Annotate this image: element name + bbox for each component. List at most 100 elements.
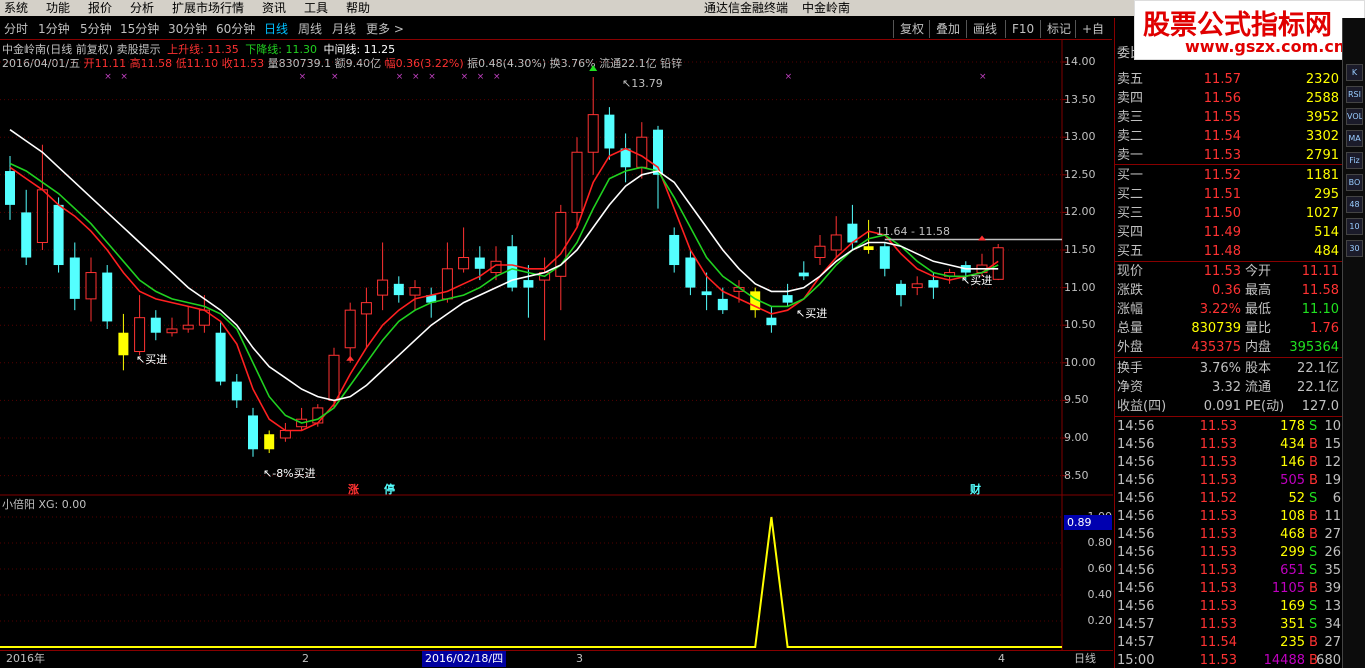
ask-volume: 3952 — [1305, 110, 1339, 125]
event-marker: × — [331, 72, 339, 82]
tab-period-3[interactable]: 15分钟 — [120, 18, 159, 39]
bid-row: 买四 11.49 514 — [1115, 223, 1343, 242]
limit-up-marker: 涨 — [348, 483, 359, 496]
stat-value: 11.58 — [1301, 283, 1339, 298]
peak-label: ↖13.79 — [622, 77, 663, 90]
stat-label: 量比 — [1245, 321, 1272, 336]
tick-time: 14:56 — [1117, 599, 1155, 614]
bid-price: 11.48 — [1203, 244, 1241, 259]
tab-period-4[interactable]: 30分钟 — [168, 18, 207, 39]
info-label: 股本 — [1245, 361, 1272, 376]
tick-volume: 651 — [1280, 563, 1305, 578]
sidebar-tool-icon[interactable]: K — [1346, 64, 1363, 81]
tick-count: 680 — [1316, 653, 1341, 668]
info-row: 收益(四) 0.091 PE(动) 127.0 — [1115, 397, 1343, 416]
bid-label: 买三 — [1117, 206, 1144, 221]
menu-item-system[interactable]: 系统 — [4, 0, 28, 16]
stat-row: 总量 830739 量比 1.76 — [1115, 319, 1343, 338]
sidebar-tool-icon[interactable]: RSI — [1346, 86, 1363, 103]
sub-axis-tick: 0.40 — [1087, 588, 1113, 601]
stat-value: 11.53 — [1203, 264, 1241, 279]
candle-body — [134, 317, 146, 353]
info-value: 3.32 — [1212, 380, 1241, 395]
candle-body — [5, 171, 15, 205]
price-axis-tick: 11.00 — [1064, 280, 1096, 294]
tick-price: 11.53 — [1199, 545, 1237, 560]
candle-body — [441, 268, 453, 300]
subchart-title: 小倍阳 XG: 0.00 — [2, 498, 87, 511]
menu-item-function[interactable]: 功能 — [46, 0, 70, 16]
draw-line-button[interactable]: 画线 — [966, 20, 1003, 38]
up-line-series — [9, 147, 999, 432]
bid-volume: 295 — [1314, 187, 1339, 202]
tick-price: 11.53 — [1199, 653, 1237, 668]
info-label: 净资 — [1117, 380, 1144, 395]
bid-price: 11.50 — [1203, 206, 1241, 221]
sub-axis-tick: 0.80 — [1087, 536, 1113, 549]
bid-row: 买五 11.48 484 — [1115, 242, 1343, 261]
tab-period-2[interactable]: 5分钟 — [80, 18, 112, 39]
tick-count: 6 — [1332, 491, 1341, 506]
ask-row: 卖五 11.57 2320 — [1115, 70, 1343, 89]
add-favorite-button[interactable]: +自选 — [1075, 20, 1112, 38]
info-value: 3.76% — [1199, 361, 1241, 376]
ask-row: 卖一 11.53 2791 — [1115, 146, 1343, 165]
ask-price: 11.56 — [1203, 91, 1241, 106]
tick-count: 27 — [1324, 527, 1341, 542]
divider — [1115, 164, 1343, 165]
sub-axis-tick: 0.20 — [1087, 614, 1113, 627]
sidebar-tool-icon[interactable]: BO — [1346, 174, 1363, 191]
tick-volume: 468 — [1280, 527, 1305, 542]
sidebar-tool-icon[interactable]: 48 — [1346, 196, 1363, 213]
sidebar-tool-icon[interactable]: 30 — [1346, 240, 1363, 257]
mark-button[interactable]: 标记 — [1040, 20, 1077, 38]
tick-price: 11.53 — [1199, 509, 1237, 524]
menu-item-quote[interactable]: 报价 — [88, 0, 112, 16]
ask-volume: 3302 — [1305, 129, 1339, 144]
event-marker: × — [396, 72, 404, 82]
price-axis-tick: 9.00 — [1064, 431, 1089, 444]
candle-body — [279, 429, 291, 439]
tick-count: 15 — [1324, 437, 1341, 452]
tick-count: 26 — [1324, 545, 1341, 560]
tick-count: 35 — [1324, 563, 1341, 578]
price-axis-tick: 14.00 — [1064, 55, 1096, 68]
sidebar-tool-icon[interactable]: VOL — [1346, 108, 1363, 125]
menu-item-tools[interactable]: 工具 — [304, 0, 328, 16]
tick-row: 14:56 11.53 108 B 11 — [1115, 508, 1343, 526]
price-axis-tick: 10.50 — [1064, 318, 1096, 332]
candle-body — [166, 328, 178, 334]
f10-button[interactable]: F10 — [1005, 20, 1040, 38]
tick-row: 14:57 11.53 351 S 34 — [1115, 616, 1343, 634]
tab-period-1[interactable]: 1分钟 — [38, 18, 70, 39]
tick-row: 15:00 11.53 14488 B 680 — [1115, 652, 1343, 668]
tick-price: 11.53 — [1199, 599, 1237, 614]
tab-period-6[interactable]: 日线 — [264, 18, 288, 39]
kline-chart[interactable]: × × × × × × × × × × × × — [0, 40, 1113, 650]
menu-item-extended-market[interactable]: 扩展市场行情 — [172, 0, 244, 16]
tick-time: 14:57 — [1117, 635, 1155, 650]
tab-period-8[interactable]: 月线 — [332, 18, 356, 39]
suspended-marker: 停 — [384, 483, 395, 496]
tick-time: 14:56 — [1117, 455, 1155, 470]
date-axis-label-1: 2 — [302, 652, 309, 665]
tab-period-7[interactable]: 周线 — [298, 18, 322, 39]
sidebar-tool-icon[interactable]: 10 — [1346, 218, 1363, 235]
tick-time: 14:56 — [1117, 473, 1155, 488]
bid-price: 11.49 — [1203, 225, 1241, 240]
sidebar-tool-icon[interactable]: Fiz — [1346, 152, 1363, 169]
menu-item-analysis[interactable]: 分析 — [130, 0, 154, 16]
tab-period-5[interactable]: 60分钟 — [216, 18, 255, 39]
event-marker: × — [785, 72, 793, 82]
subchart-current-value: 0.89 — [1064, 515, 1112, 530]
price-axis-tick: 10.00 — [1064, 355, 1096, 369]
menu-item-info[interactable]: 资讯 — [262, 0, 286, 16]
overlay-button[interactable]: 叠加 — [929, 20, 966, 38]
tick-row: 14:56 11.53 434 B 15 — [1115, 436, 1343, 454]
tab-period-9[interactable]: 更多 > — [366, 18, 404, 39]
sidebar-tool-icon[interactable]: MA — [1346, 130, 1363, 147]
menu-item-help[interactable]: 帮助 — [346, 0, 370, 16]
fuquan-button[interactable]: 复权 — [893, 20, 930, 38]
tab-period-0[interactable]: 分时 — [4, 18, 28, 39]
stat-row: 涨跌 0.36 最高 11.58 — [1115, 281, 1343, 300]
